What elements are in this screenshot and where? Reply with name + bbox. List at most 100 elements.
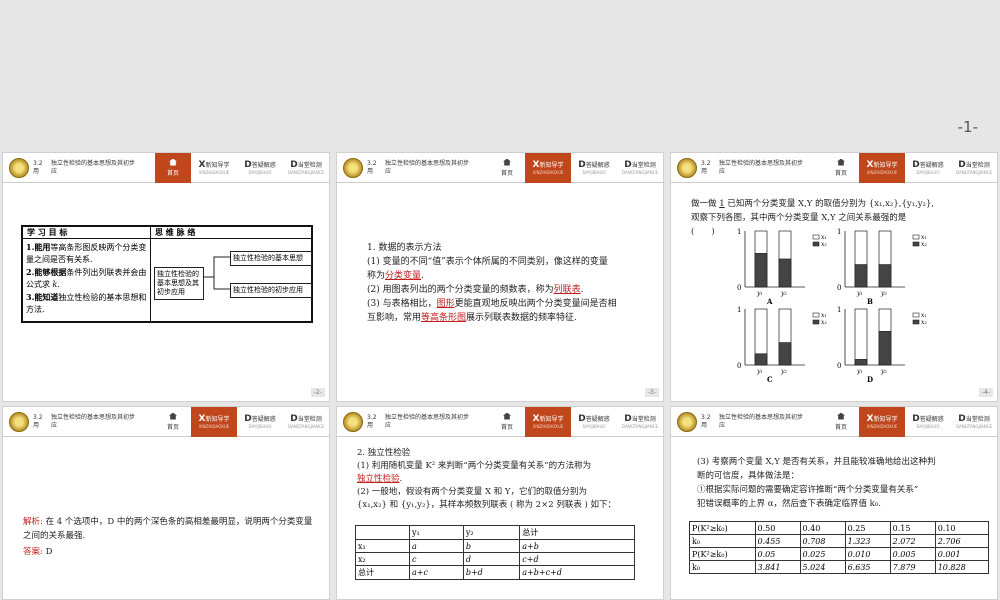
nav-xinzhi[interactable]: X新知导学 XINZHIDAOXUE [191, 153, 237, 183]
chart-label: C [767, 375, 773, 384]
table-cell: 6.635 [844, 560, 891, 574]
nav-dayi[interactable]: D答疑解惑 DAYIJIEHUO [905, 407, 951, 437]
category-label: y₁ [756, 290, 763, 297]
nav-home[interactable]: 首页 [823, 407, 859, 437]
home-icon [169, 412, 177, 420]
table-row: x₁ a b a+b [355, 539, 635, 553]
table-cell: 0.05 [754, 547, 801, 561]
legend-label: x₂ [921, 241, 927, 248]
blank-answer: 独立性检验 [357, 474, 400, 484]
tick-label: 0 [837, 362, 841, 370]
home-icon [503, 412, 511, 420]
table-cell: 0.010 [844, 547, 891, 561]
bar-x2 [778, 342, 792, 366]
slide-7[interactable]: 3.2 用 独立性检验的基本思想及其初步应 首页 X新知导学 XINZHIDAOXU… [670, 406, 998, 600]
legend-label: x₁ [821, 312, 827, 319]
nav-home[interactable]: 首页 [489, 407, 525, 437]
legend-swatch-x2 [812, 241, 820, 247]
blank-answer: 等高条形图 [421, 313, 467, 323]
legend-label: x₂ [821, 241, 827, 248]
table-cell: 2.706 [934, 534, 990, 548]
bar-x2 [878, 331, 892, 366]
category-label: y₂ [880, 368, 887, 375]
section-number: 3.2 用 [33, 159, 43, 175]
table-row: y₁ y₂ 总计 [355, 525, 635, 540]
bar-x2 [854, 264, 868, 288]
slide-number: -2- [310, 388, 325, 397]
tick-label: 1 [737, 306, 741, 314]
legend-label: x₁ [921, 234, 927, 241]
table-cell: 0.708 [799, 534, 846, 548]
tick-label: 1 [837, 228, 841, 236]
nav-dayi[interactable]: D答疑解惑 DAYIJIEHUO [237, 407, 283, 437]
section-title: 独立性检验的基本思想及其初步应 [51, 159, 136, 175]
nav-xinzhi[interactable]: X新知导学 XINZHIDAOXUE [191, 407, 237, 437]
table-cell: 0.50 [754, 521, 801, 535]
contingency-table: y₁ y₂ 总计 x₁ a b a+b x₂ c d c+d 总计 a+c b+d a+b+c+d [355, 525, 635, 580]
nav-xinzhi[interactable]: X新知导学 XINZHIDAOXUE [525, 407, 571, 437]
section-title: 独立性检验的基本思想及其初步应 [385, 159, 470, 175]
table-cell: b [462, 539, 521, 553]
nav-dayi[interactable]: D答疑解惑 DAYIJIEHUO [571, 153, 617, 183]
slide-header: 3.2 用 独立性检验的基本思想及其初步应 首页 X新知导学 XINZHIDAOXU… [337, 153, 663, 183]
bar-x2 [754, 353, 768, 366]
nav-dangtang[interactable]: D当堂检测 DANGTANGJIANCE [951, 153, 997, 183]
chart-label: D [867, 375, 873, 384]
nav-home[interactable]: 首页 [823, 153, 859, 183]
nav-dangtang[interactable]: D当堂检测 DANGTANGJIANCE [283, 153, 329, 183]
home-icon [503, 158, 511, 166]
bar-x1 [854, 308, 868, 366]
slide-4[interactable]: 3.2 用 独立性检验的基本思想及其初步应 首页 X新知导学 XINZHIDAOXU… [670, 152, 998, 402]
nav-xinzhi[interactable]: X新知导学 XINZHIDAOXUE [859, 407, 905, 437]
home-icon [837, 412, 845, 420]
nav-dayi[interactable]: D答疑解惑 DAYIJIEHUO [571, 407, 617, 437]
slide-5[interactable]: 3.2 用 独立性检验的基本思想及其初步应 首页 X新知导学 XINZHIDAOXU… [2, 406, 330, 600]
bar-x2 [854, 359, 868, 366]
nav-dangtang[interactable]: D当堂检测 DANGTANGJIANCE [617, 153, 663, 183]
table-cell: c [408, 552, 464, 566]
table-cell: 0.25 [844, 521, 891, 535]
tick-label: 1 [737, 228, 741, 236]
slide-6[interactable]: 3.2 用 独立性检验的基本思想及其初步应 首页 X新知导学 XINZHIDAOXU… [336, 406, 664, 600]
table-cell: 总计 [519, 525, 635, 540]
category-label: y₁ [856, 368, 863, 375]
nav-home[interactable]: 首页 [155, 407, 191, 437]
table-cell: 2.072 [889, 534, 936, 548]
section-number: 3.2 用 [701, 413, 711, 429]
slide-3[interactable]: 3.2 用 独立性检验的基本思想及其初步应 首页 X新知导学 XINZHIDAOXU… [336, 152, 664, 402]
nav-home[interactable]: 首页 [155, 153, 191, 183]
nav-xinzhi[interactable]: X新知导学 XINZHIDAOXUE [525, 153, 571, 183]
legend-label: x₂ [921, 319, 927, 326]
mind-center-box: 独立性检验的基本思想及其初步应用 [154, 267, 204, 300]
slide-nav: 首页 X新知导学 XINZHIDAOXUE D答疑解惑 DAYIJIEHUO D当堂… [823, 153, 997, 183]
blank-answer: 分类变量 [385, 271, 422, 281]
nav-dayi[interactable]: D答疑解惑 DAYIJIEHUO [905, 153, 951, 183]
legend-label: x₂ [821, 319, 827, 326]
bar-x2 [778, 258, 792, 288]
chart-label: B [867, 297, 873, 306]
table-cell: a+c [408, 565, 464, 580]
table-cell: a+b [519, 539, 635, 553]
table-cell: 0.455 [754, 534, 801, 548]
mind-connector [204, 256, 230, 290]
slide-nav: 首页 X新知导学 XINZHIDAOXUE D答疑解惑 DAYIJIEHUO D当堂… [489, 407, 663, 437]
nav-home[interactable]: 首页 [489, 153, 525, 183]
nav-dangtang[interactable]: D当堂检测 DANGTANGJIANCE [951, 407, 997, 437]
nav-dayi[interactable]: D答疑解惑 DAYIJIEHUO [237, 153, 283, 183]
school-logo-icon [343, 157, 363, 178]
section-title: 独立性检验的基本思想及其初步应 [51, 413, 136, 429]
school-logo-icon [677, 411, 697, 432]
nav-dangtang[interactable]: D当堂检测 DANGTANGJIANCE [283, 407, 329, 437]
slide-2[interactable]: 3.2 用 独立性检验的基本思想及其初步应 首页 X新知导学 XINZHIDAOXU… [2, 152, 330, 402]
slide-nav: 首页 X新知导学 XINZHIDAOXUE D答疑解惑 DAYIJIEHUO D当堂… [155, 407, 329, 437]
category-label: y₂ [880, 290, 887, 297]
nav-xinzhi[interactable]: X新知导学 XINZHIDAOXUE [859, 153, 905, 183]
school-logo-icon [9, 411, 29, 432]
nav-dangtang[interactable]: D当堂检测 DANGTANGJIANCE [617, 407, 663, 437]
section-number: 3.2 用 [367, 413, 377, 429]
legend-swatch-x1 [912, 234, 920, 240]
legend-label: x₁ [821, 234, 827, 241]
category-label: y₁ [756, 368, 763, 375]
table-cell: P(K²≥k₀) [689, 547, 756, 561]
mind-branch-a: 独立性检验的基本思想 [230, 251, 312, 266]
